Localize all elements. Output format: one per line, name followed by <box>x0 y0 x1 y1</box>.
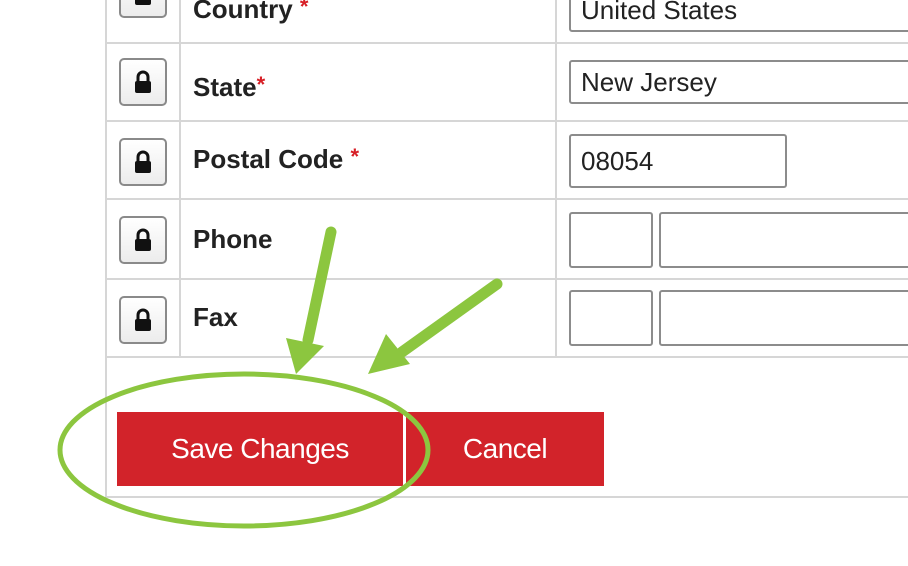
lock-button-phone[interactable] <box>119 216 167 264</box>
required-asterisk: * <box>256 72 266 97</box>
field-label-text: State <box>193 72 257 102</box>
field-label-phone: Phone <box>193 224 272 255</box>
field-label-text: Fax <box>193 302 238 332</box>
field-label-country: Country * <box>193 0 308 25</box>
lock-icon <box>135 70 151 93</box>
required-asterisk: * <box>299 0 309 19</box>
save-changes-button[interactable]: Save Changes <box>117 412 403 486</box>
lock-cell <box>107 280 181 356</box>
label-cell: Postal Code * <box>181 122 557 198</box>
form-row-country: Country * United States <box>107 0 908 44</box>
lock-button-fax[interactable] <box>119 296 167 344</box>
lock-icon <box>135 228 151 251</box>
lock-icon <box>135 0 151 5</box>
lock-cell <box>107 0 181 42</box>
label-cell: State* <box>181 44 557 120</box>
lock-button-postal-code[interactable] <box>119 138 167 186</box>
lock-button-country[interactable] <box>119 0 167 18</box>
label-cell: Country * <box>181 0 557 42</box>
field-label-text: Postal Code <box>193 144 344 174</box>
field-label-state: State* <box>193 72 265 103</box>
field-label-text: Phone <box>193 224 273 254</box>
country-select[interactable]: United States <box>569 0 908 32</box>
label-cell: Fax <box>181 280 557 356</box>
form-row-fax: Fax <box>107 280 908 358</box>
form-row-state: State* New Jersey <box>107 44 908 122</box>
fax-area-code-input[interactable] <box>569 290 653 346</box>
fax-number-input[interactable] <box>659 290 908 346</box>
field-label-postal-code: Postal Code * <box>193 144 359 175</box>
required-asterisk: * <box>350 144 360 169</box>
state-select[interactable]: New Jersey <box>569 60 908 104</box>
cancel-button[interactable]: Cancel <box>406 412 604 486</box>
field-label-text: Country <box>193 0 293 24</box>
lock-icon <box>135 150 151 173</box>
field-label-fax: Fax <box>193 302 238 333</box>
form-row-postal-code: Postal Code * 08054 <box>107 122 908 200</box>
lock-cell <box>107 122 181 198</box>
lock-cell <box>107 200 181 278</box>
postal-code-input[interactable]: 08054 <box>569 134 787 188</box>
label-cell: Phone <box>181 200 557 278</box>
lock-cell <box>107 44 181 120</box>
phone-area-code-input[interactable] <box>569 212 653 268</box>
lock-button-state[interactable] <box>119 58 167 106</box>
form-row-phone: Phone <box>107 200 908 280</box>
phone-number-input[interactable] <box>659 212 908 268</box>
lock-icon <box>135 308 151 331</box>
